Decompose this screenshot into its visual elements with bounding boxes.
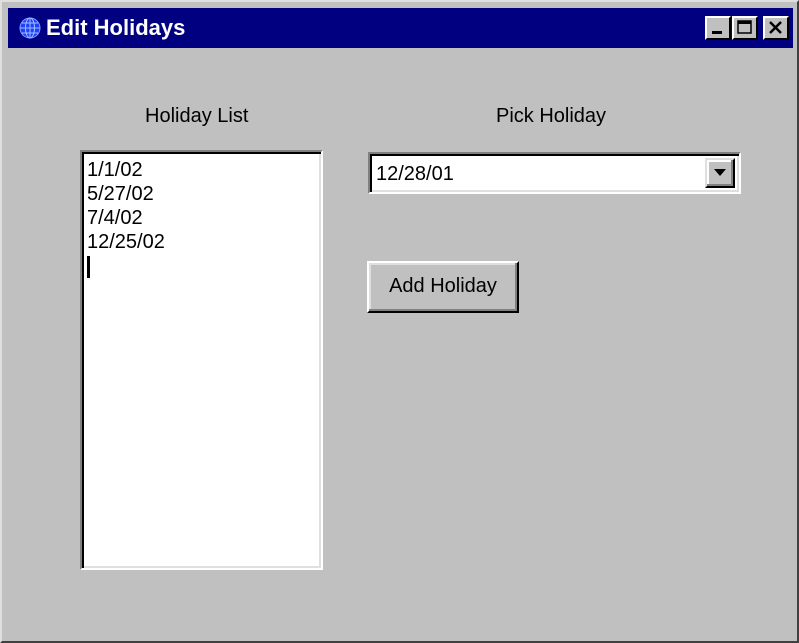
window-title: Edit Holidays [46, 15, 186, 40]
pick-holiday-selected-value: 12/28/01 [376, 163, 454, 185]
list-item[interactable]: 7/4/02 [87, 206, 321, 230]
pick-holiday-dropdown[interactable]: 12/28/01 [368, 152, 741, 194]
text-caret [87, 254, 321, 284]
holiday-list-label: Holiday List [145, 105, 249, 127]
holiday-list-box[interactable]: 1/1/02 5/27/02 7/4/02 12/25/02 [80, 150, 323, 570]
maximize-button[interactable] [732, 16, 758, 40]
close-button[interactable] [763, 16, 789, 40]
list-item[interactable]: 5/27/02 [87, 182, 321, 206]
add-holiday-button[interactable]: Add Holiday [367, 261, 519, 313]
dropdown-arrow-button[interactable] [705, 158, 735, 188]
title-bar[interactable]: Edit Holidays [8, 8, 793, 48]
minimize-button[interactable] [705, 16, 731, 40]
pick-holiday-label: Pick Holiday [496, 105, 607, 127]
edit-holidays-window: Edit Holidays Holiday List Pick Holiday … [0, 0, 799, 643]
list-item[interactable]: 1/1/02 [87, 158, 321, 182]
globe-icon [18, 16, 42, 40]
list-item[interactable]: 12/25/02 [87, 230, 321, 254]
